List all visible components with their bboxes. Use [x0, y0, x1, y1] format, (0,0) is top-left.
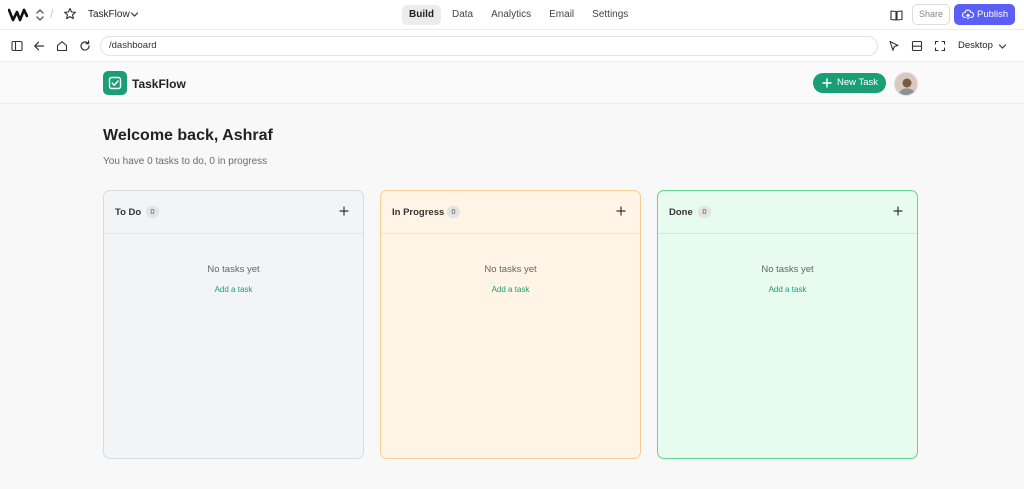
plus-icon: [822, 78, 832, 88]
publish-label: Publish: [977, 9, 1009, 20]
column-in-progress: In Progress 0 No tasks yet Add a task: [380, 190, 641, 459]
chevron-down-icon[interactable]: [130, 10, 139, 19]
tab-data[interactable]: Data: [445, 5, 480, 25]
tab-settings[interactable]: Settings: [585, 5, 635, 25]
tab-email[interactable]: Email: [542, 5, 581, 25]
nav-tabs: Build Data Analytics Email Settings: [402, 5, 635, 25]
publish-button[interactable]: Publish: [954, 4, 1015, 25]
share-button[interactable]: Share: [912, 4, 950, 25]
column-header: To Do 0: [104, 191, 363, 233]
avatar-image: [895, 73, 917, 95]
column-done: Done 0 No tasks yet Add a task: [657, 190, 918, 459]
back-arrow-icon[interactable]: [33, 40, 45, 52]
kanban-board: To Do 0 No tasks yet Add a task In Progr…: [103, 190, 918, 459]
app-preview: TaskFlow New Task Welcome back, Ashraf Y…: [0, 62, 1024, 489]
fullscreen-icon[interactable]: [934, 40, 946, 52]
brand-logo: [103, 71, 127, 95]
column-title: To Do: [115, 207, 142, 218]
column-header: Done 0: [658, 191, 917, 233]
column-title: In Progress: [392, 207, 445, 218]
welcome-heading: Welcome back, Ashraf: [103, 127, 273, 144]
empty-state-text: No tasks yet: [484, 264, 537, 275]
column-count-badge: 0: [698, 206, 711, 218]
empty-state-text: No tasks yet: [207, 264, 260, 275]
breadcrumb-separator: /: [50, 7, 54, 21]
book-icon[interactable]: [890, 9, 903, 21]
plus-icon[interactable]: [616, 206, 626, 216]
sidebar-toggle-icon[interactable]: [11, 40, 23, 52]
column-count-badge: 0: [146, 206, 159, 218]
preview-browser-bar: /dashboard Desktop: [0, 30, 1024, 62]
project-switch-icon[interactable]: [35, 8, 45, 22]
empty-state-text: No tasks yet: [761, 264, 814, 275]
new-task-button[interactable]: New Task: [813, 73, 886, 93]
add-task-link[interactable]: Add a task: [381, 285, 640, 294]
checkbox-icon: [108, 76, 122, 90]
column-divider: [381, 233, 640, 234]
avatar[interactable]: [894, 72, 918, 96]
column-todo: To Do 0 No tasks yet Add a task: [103, 190, 364, 459]
star-icon[interactable]: [63, 7, 77, 21]
device-select[interactable]: Desktop: [958, 40, 993, 51]
top-app-bar: / TaskFlow Build Data Analytics Email Se…: [0, 0, 1024, 30]
layout-icon[interactable]: [911, 40, 923, 52]
column-title: Done: [669, 207, 693, 218]
cloud-upload-icon: [962, 9, 974, 20]
project-name[interactable]: TaskFlow: [88, 9, 130, 20]
chevron-down-icon[interactable]: [998, 42, 1007, 51]
app-header: TaskFlow New Task: [0, 62, 1024, 104]
column-divider: [104, 233, 363, 234]
plus-icon[interactable]: [893, 206, 903, 216]
cursor-icon[interactable]: [888, 40, 900, 52]
column-divider: [658, 233, 917, 234]
add-task-link[interactable]: Add a task: [658, 285, 917, 294]
plus-icon[interactable]: [339, 206, 349, 216]
logo-icon[interactable]: [8, 7, 28, 23]
task-summary: You have 0 tasks to do, 0 in progress: [103, 156, 268, 167]
tab-analytics[interactable]: Analytics: [484, 5, 538, 25]
refresh-icon[interactable]: [79, 40, 91, 52]
tab-build[interactable]: Build: [402, 5, 441, 25]
brand-name: TaskFlow: [132, 77, 186, 91]
home-icon[interactable]: [56, 40, 68, 52]
add-task-link[interactable]: Add a task: [104, 285, 363, 294]
url-input[interactable]: /dashboard: [100, 36, 878, 56]
new-task-label: New Task: [837, 77, 879, 88]
column-header: In Progress 0: [381, 191, 640, 233]
column-count-badge: 0: [447, 206, 460, 218]
